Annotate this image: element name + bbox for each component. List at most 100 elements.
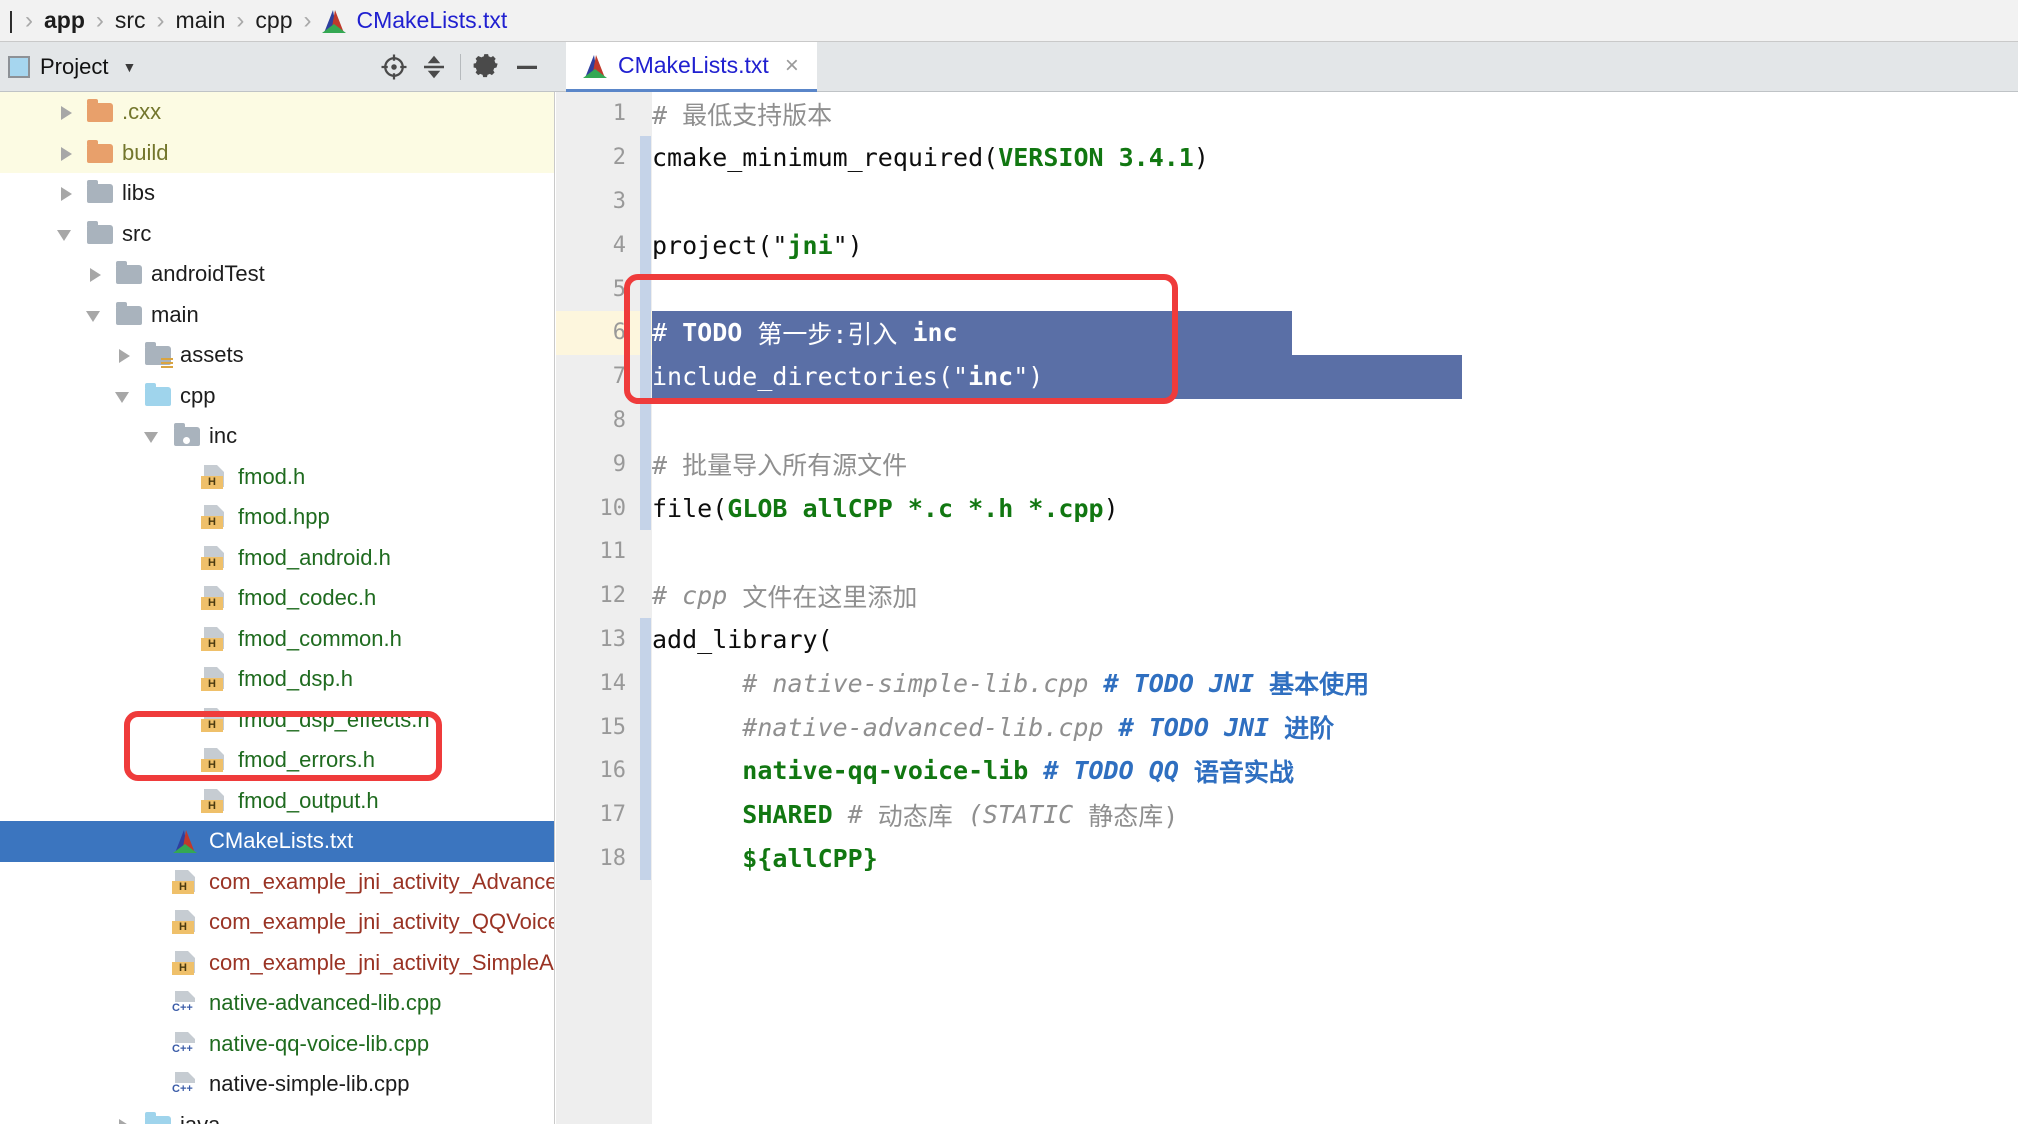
tree-row[interactable]: cpp [0, 376, 554, 417]
code-token: inc [968, 362, 1014, 392]
code-line[interactable]: 6 # TODO 第一步:引入 inc [556, 310, 2018, 355]
chevron-open-icon[interactable] [57, 225, 75, 243]
breadcrumb-item-cmakelists-txt[interactable]: CMakeLists.txt [355, 7, 510, 34]
tree-row[interactable]: main [0, 295, 554, 336]
tree-row[interactable]: build [0, 132, 554, 173]
tree-row[interactable]: Hfmod_codec.h [0, 578, 554, 619]
code-editor[interactable]: 1 # 最低支持版本 2 cmake_minimum_required(VERSION… [556, 92, 2018, 1124]
code-line[interactable]: 1 # 最低支持版本 [556, 92, 2018, 136]
tree-row[interactable]: .cxx [0, 92, 554, 133]
code-line[interactable]: 9 # 批量导入所有源文件 [556, 442, 2018, 487]
line-number: 11 [599, 539, 627, 565]
tree-row[interactable]: Hfmod_dsp_effects.h [0, 700, 554, 741]
code-text[interactable]: # native-simple-lib.cpp # TODO JNI 基本使用 [652, 661, 1369, 705]
tree-row[interactable]: inc [0, 416, 554, 457]
breadcrumb-item-main[interactable]: main [174, 7, 228, 34]
chevron-open-icon[interactable] [86, 306, 104, 324]
code-text[interactable]: ${allCPP} [652, 837, 877, 881]
chevron-open-icon[interactable] [144, 427, 162, 445]
cpp-file-icon: C++ [172, 1031, 202, 1057]
tree-row-label: androidTest [151, 261, 265, 287]
tree-row[interactable]: CMakeLists.txt [0, 821, 554, 862]
code-line[interactable]: 18 ${allCPP} [556, 836, 2018, 881]
tree-row[interactable]: libs [0, 173, 554, 214]
code-line[interactable]: 10 file(GLOB allCPP *.c *.h *.cpp) [556, 486, 2018, 530]
tree-row[interactable]: Hfmod.hpp [0, 497, 554, 538]
code-line[interactable]: 11 [556, 530, 2018, 574]
tree-row[interactable]: java [0, 1105, 554, 1124]
tree-row[interactable]: src [0, 214, 554, 255]
chevron-closed-icon[interactable] [57, 184, 75, 202]
code-line[interactable]: 17 SHARED # 动态库 (STATIC 静态库) [556, 792, 2018, 837]
tree-row[interactable]: Hfmod.h [0, 457, 554, 498]
breadcrumb-separator: › [95, 6, 104, 34]
breadcrumb-item-src[interactable]: src [113, 7, 148, 34]
close-icon[interactable]: × [785, 53, 799, 78]
tree-row[interactable]: Hfmod_output.h [0, 781, 554, 822]
chevron-open-icon[interactable] [115, 387, 133, 405]
tree-row[interactable]: Hcom_example_jni_activity_Advance [0, 862, 554, 903]
tree-row[interactable]: C++ native-qq-voice-lib.cpp [0, 1024, 554, 1065]
code-text[interactable]: add_library( [652, 618, 833, 662]
tree-row[interactable]: androidTest [0, 254, 554, 295]
code-line[interactable]: 7 include_directories(" inc ") [556, 354, 2018, 399]
line-number: 5 [612, 276, 626, 302]
tree-row-label: com_example_jni_activity_SimpleA [209, 949, 554, 975]
tree-row[interactable]: assets [0, 335, 554, 376]
change-marker [640, 661, 651, 706]
code-token: ") [832, 230, 863, 260]
code-text[interactable]: cmake_minimum_required(VERSION 3.4.1) [652, 136, 1209, 180]
code-text[interactable]: # TODO 第一步:引入 inc [652, 311, 958, 355]
chevron-closed-icon[interactable] [115, 346, 133, 364]
code-token: #native-advanced-lib.cpp [652, 712, 1119, 742]
code-text[interactable]: native-qq-voice-lib # TODO QQ 语音实战 [652, 749, 1294, 793]
tree-row[interactable]: Hfmod_dsp.h [0, 659, 554, 700]
code-line[interactable]: 12 # cpp 文件在这里添加 [556, 574, 2018, 618]
tree-row-label: src [122, 220, 152, 246]
chevron-closed-icon[interactable] [57, 103, 75, 121]
code-token: 静态库) [1088, 801, 1179, 831]
code-text[interactable]: # 批量导入所有源文件 [652, 442, 907, 486]
code-line[interactable]: 5 [556, 267, 2018, 311]
code-line[interactable]: 3 [556, 179, 2018, 224]
tree-row[interactable]: Hfmod_android.h [0, 538, 554, 579]
tree-row[interactable]: C++ native-advanced-lib.cpp [0, 983, 554, 1024]
code-line[interactable]: 2 cmake_minimum_required(VERSION 3.4.1) [556, 135, 2018, 180]
tree-row[interactable]: Hfmod_errors.h [0, 740, 554, 781]
chevron-down-icon[interactable]: ▼ [122, 59, 136, 75]
tree-row[interactable]: Hcom_example_jni_activity_SimpleA [0, 943, 554, 984]
code-text[interactable]: file(GLOB allCPP *.c *.h *.cpp) [652, 486, 1119, 530]
project-tree[interactable]: .cxx build libs src androidTest main assets cpp… [0, 92, 555, 1124]
code-line[interactable]: 14 # native-simple-lib.cpp # TODO JNI 基本… [556, 661, 2018, 706]
folder-icon [85, 180, 115, 206]
collapse-all-icon[interactable] [414, 47, 454, 87]
code-line[interactable]: 15 #native-advanced-lib.cpp # TODO JNI 进… [556, 705, 2018, 749]
code-text[interactable]: SHARED # 动态库 (STATIC 静态库) [652, 793, 1178, 837]
change-marker [640, 705, 651, 749]
line-number: 7 [612, 364, 626, 390]
code-text[interactable]: # cpp 文件在这里添加 [652, 574, 917, 618]
chevron-closed-icon[interactable] [115, 1116, 133, 1124]
tree-row[interactable]: Hfmod_common.h [0, 619, 554, 660]
code-text[interactable]: include_directories(" inc ") [652, 355, 1043, 399]
breadcrumb-item-cpp[interactable]: cpp [253, 7, 294, 34]
chevron-closed-icon[interactable] [57, 144, 75, 162]
hide-tool-window-icon[interactable] [507, 47, 547, 87]
tab-cmakelists[interactable]: CMakeLists.txt × [566, 42, 817, 92]
tree-row[interactable]: C++ native-simple-lib.cpp [0, 1064, 554, 1105]
breadcrumb-item--[interactable]: | [6, 7, 16, 34]
code-line[interactable]: 8 [556, 398, 2018, 443]
settings-gear-icon[interactable] [467, 47, 507, 87]
code-line[interactable]: 13 add_library( [556, 617, 2018, 662]
breadcrumb-item-app[interactable]: app [42, 7, 87, 34]
code-text[interactable]: # 最低支持版本 [652, 92, 832, 136]
folder-icon [114, 261, 144, 287]
locate-icon[interactable] [374, 47, 414, 87]
code-line[interactable]: 16 native-qq-voice-lib # TODO QQ 语音实战 [556, 748, 2018, 793]
code-line[interactable]: 4 project(" jni ") [556, 223, 2018, 268]
header-file-icon: H [172, 950, 202, 976]
chevron-closed-icon[interactable] [86, 265, 104, 283]
code-text[interactable]: #native-advanced-lib.cpp # TODO JNI 进阶 [652, 705, 1334, 749]
tree-row[interactable]: Hcom_example_jni_activity_QQVoice [0, 902, 554, 943]
code-text[interactable]: project(" jni ") [652, 223, 863, 267]
